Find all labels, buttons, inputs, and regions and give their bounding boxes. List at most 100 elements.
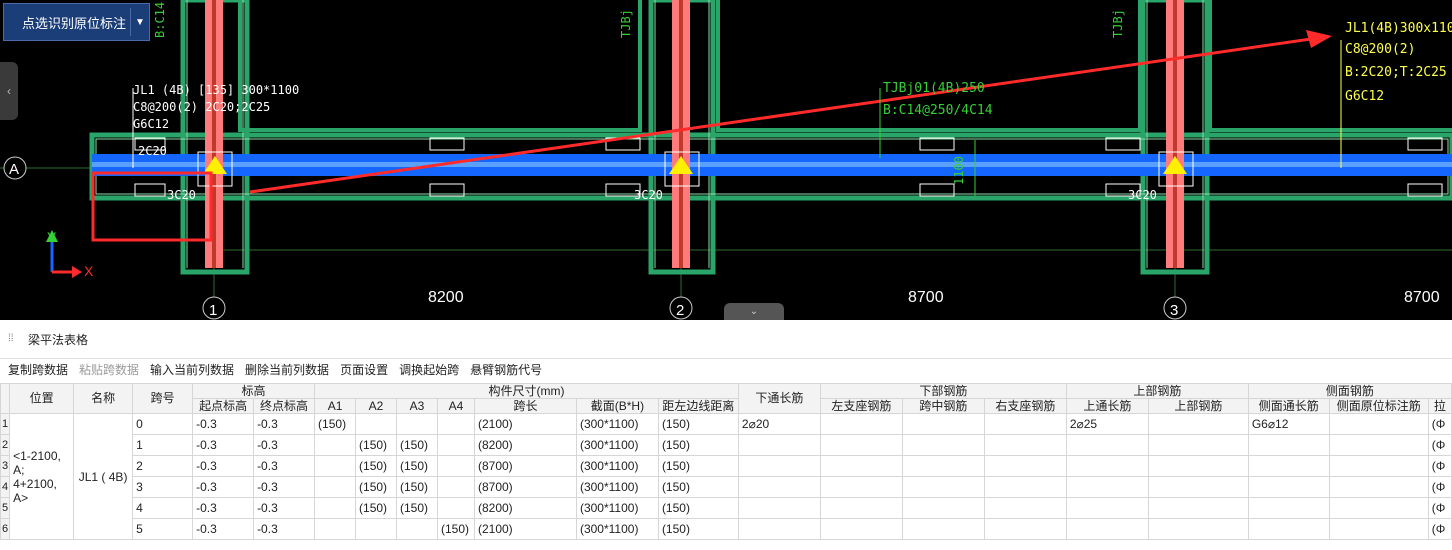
cell-a2[interactable] <box>355 518 398 540</box>
cell-tie[interactable]: (Φ <box>1427 413 1452 435</box>
cell-start-elev[interactable]: -0.3 <box>192 518 255 540</box>
cell-side-through[interactable] <box>1247 434 1330 456</box>
cell-side-through[interactable] <box>1247 476 1330 498</box>
cell-tie[interactable]: (Φ <box>1427 455 1452 477</box>
collapse-panel-tab[interactable]: ⌄ <box>724 303 784 320</box>
beam-table[interactable]: 位置 名称 跨号 标高 构件尺寸(mm) 下通长筋 下部钢筋 上部钢筋 侧面钢筋… <box>0 383 1452 540</box>
cell-a1[interactable] <box>314 518 357 540</box>
cell-left-seat[interactable] <box>819 518 903 540</box>
cell-span-length[interactable]: (8700) <box>473 455 577 477</box>
cell-bottom-through[interactable] <box>737 434 821 456</box>
cell-position[interactable]: <1-2100, A; 4+2100, A> <box>9 413 75 540</box>
cell-top-through[interactable] <box>1065 518 1149 540</box>
cell-bottom-through[interactable] <box>737 518 821 540</box>
cell-end-elev[interactable]: -0.3 <box>253 455 316 477</box>
cell-a3[interactable] <box>396 413 438 435</box>
cell-left-seat[interactable] <box>819 413 903 435</box>
cell-span-length[interactable]: (8700) <box>473 476 577 498</box>
row-number[interactable]: 1 <box>0 413 11 435</box>
side-panel-toggle[interactable]: ‹ <box>0 62 18 120</box>
table-row[interactable]: 5 4 -0.3 -0.3 (150) (150) (8200) (300*1100) (150… <box>0 497 1452 519</box>
identify-annotation-button[interactable]: 点选识别原位标注 ▼ <box>3 3 150 41</box>
cell-a3[interactable]: (150) <box>396 497 438 519</box>
row-number[interactable]: 3 <box>0 455 11 477</box>
cell-top-bar[interactable] <box>1147 413 1249 435</box>
cell-a2[interactable]: (150) <box>355 497 398 519</box>
cell-left-seat[interactable] <box>819 497 903 519</box>
cell-bottom-through[interactable] <box>737 455 821 477</box>
cell-side-in-situ[interactable] <box>1328 476 1429 498</box>
cell-side-in-situ[interactable] <box>1328 518 1429 540</box>
cell-span[interactable]: 3 <box>132 476 194 498</box>
cell-span-length[interactable]: (8200) <box>473 434 577 456</box>
cell-side-in-situ[interactable] <box>1328 413 1429 435</box>
cell-right-seat[interactable] <box>983 413 1067 435</box>
cell-side-through[interactable] <box>1247 518 1330 540</box>
cell-section[interactable]: (300*1100) <box>575 455 659 477</box>
cell-a3[interactable] <box>396 518 438 540</box>
cell-name[interactable]: JL1 ( 4B) <box>73 413 134 540</box>
cell-end-elev[interactable]: -0.3 <box>253 413 316 435</box>
cell-tie[interactable]: (Φ <box>1427 434 1452 456</box>
cell-section[interactable]: (300*1100) <box>575 497 659 519</box>
cell-a2[interactable] <box>355 413 398 435</box>
cell-left-seat[interactable] <box>819 455 903 477</box>
chevron-down-icon[interactable]: ▼ <box>130 8 149 36</box>
cell-a3[interactable]: (150) <box>396 434 438 456</box>
paste-span-button[interactable]: 粘贴跨数据 <box>79 361 139 378</box>
cell-bottom-through[interactable] <box>737 476 821 498</box>
cell-side-through[interactable] <box>1247 455 1330 477</box>
swap-start-span-button[interactable]: 调换起始跨 <box>399 361 459 378</box>
cell-top-through[interactable] <box>1065 434 1149 456</box>
cell-span[interactable]: 2 <box>132 455 194 477</box>
table-row[interactable]: 1 <1-2100, A; 4+2100, A> JL1 ( 4B) 0 -0.3 -0.3 (1… <box>0 413 1452 540</box>
cell-end-elev[interactable]: -0.3 <box>253 476 316 498</box>
cell-top-bar[interactable] <box>1147 476 1249 498</box>
cell-a4[interactable] <box>437 434 475 456</box>
cell-top-bar[interactable] <box>1147 518 1249 540</box>
cell-mid-span[interactable] <box>901 476 985 498</box>
cantilever-code-button[interactable]: 悬臂钢筋代号 <box>470 361 542 378</box>
cell-top-through[interactable] <box>1065 455 1149 477</box>
cell-a1[interactable] <box>314 497 357 519</box>
cell-edge[interactable]: (150) <box>657 413 739 435</box>
cell-tie[interactable]: (Φ <box>1427 476 1452 498</box>
cell-top-through[interactable] <box>1065 497 1149 519</box>
cell-a1[interactable]: (150) <box>314 413 357 435</box>
cell-top-through[interactable] <box>1065 476 1149 498</box>
cell-right-seat[interactable] <box>983 497 1067 519</box>
cell-edge[interactable]: (150) <box>657 497 739 519</box>
cell-span[interactable]: 1 <box>132 434 194 456</box>
cell-a4[interactable] <box>437 455 475 477</box>
cell-a4[interactable]: (150) <box>437 518 475 540</box>
cell-right-seat[interactable] <box>983 434 1067 456</box>
cell-end-elev[interactable]: -0.3 <box>253 518 316 540</box>
table-row[interactable]: 4 3 -0.3 -0.3 (150) (150) (8700) (300*1100) (150… <box>0 476 1452 498</box>
cell-a2[interactable]: (150) <box>355 434 398 456</box>
cell-start-elev[interactable]: -0.3 <box>192 413 255 435</box>
cell-mid-span[interactable] <box>901 455 985 477</box>
cell-section[interactable]: (300*1100) <box>575 518 659 540</box>
cell-section[interactable]: (300*1100) <box>575 476 659 498</box>
cell-mid-span[interactable] <box>901 497 985 519</box>
cell-edge[interactable]: (150) <box>657 518 739 540</box>
cell-mid-span[interactable] <box>901 434 985 456</box>
cell-left-seat[interactable] <box>819 476 903 498</box>
page-setup-button[interactable]: 页面设置 <box>340 361 388 378</box>
cell-span[interactable]: 5 <box>132 518 194 540</box>
cell-start-elev[interactable]: -0.3 <box>192 476 255 498</box>
cell-a1[interactable] <box>314 476 357 498</box>
cell-a1[interactable] <box>314 455 357 477</box>
grip-icon[interactable]: ⁞⁞ <box>8 334 20 344</box>
table-row[interactable]: 2 1 -0.3 -0.3 (150) (150) (8200) (300*1100) (150… <box>0 434 1452 456</box>
cell-a3[interactable]: (150) <box>396 476 438 498</box>
cell-span-length[interactable]: (2100) <box>473 413 577 435</box>
cell-edge[interactable]: (150) <box>657 455 739 477</box>
cell-left-seat[interactable] <box>819 434 903 456</box>
cell-start-elev[interactable]: -0.3 <box>192 497 255 519</box>
cell-top-bar[interactable] <box>1147 497 1249 519</box>
table-row[interactable]: 6 5 -0.3 -0.3 (150) (2100) (300*1100) (150) (Φ <box>0 518 1452 540</box>
cell-right-seat[interactable] <box>983 476 1067 498</box>
cell-top-bar[interactable] <box>1147 434 1249 456</box>
cad-viewport[interactable]: A 1 2 3 8200 8700 8700 JL1 (4B) [135] 30… <box>0 0 1452 320</box>
